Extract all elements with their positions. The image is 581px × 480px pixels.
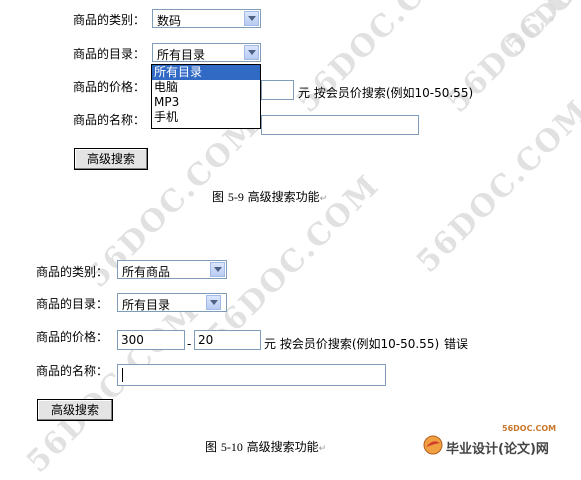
catalog-option[interactable]: 所有目录 (152, 65, 260, 80)
catalog-dropdown-list: 所有目录 电脑 MP3 手机 (151, 64, 261, 129)
advanced-search-button[interactable]: 高级搜索 (74, 148, 148, 170)
category-label: 商品的类别： (36, 265, 109, 279)
price-hint: 元 按会员价搜索(例如10-50.55) (264, 337, 440, 351)
text-cursor (122, 368, 123, 382)
advanced-search-button[interactable]: 高级搜索 (37, 399, 113, 421)
name-input[interactable] (261, 115, 419, 135)
catalog-option[interactable]: MP3 (152, 95, 260, 110)
figure-caption: 图 5-10 高级搜索功能↵ (205, 438, 326, 455)
name-label: 商品的名称： (73, 113, 146, 127)
caption-text: 高级搜索功能 (242, 440, 319, 454)
catalog-option[interactable]: 电脑 (152, 80, 260, 95)
price-max-input[interactable] (261, 80, 294, 100)
figure-caption: 图 5-9 高级搜索功能↵ (212, 188, 327, 205)
watermark: 56DOC.COM (500, 0, 581, 61)
caption-number: 5-9 (227, 190, 244, 204)
chevron-down-icon[interactable] (244, 11, 259, 26)
catalog-label: 商品的目录： (73, 47, 146, 61)
paragraph-mark-icon: ↵ (318, 444, 327, 454)
price-min-value: 300 (121, 333, 144, 347)
catalog-option[interactable]: 手机 (152, 110, 260, 125)
chevron-down-icon[interactable] (244, 45, 259, 60)
site-logo: 56DOC.COM 毕业设计(论文)网 (420, 424, 580, 460)
catalog-select-value: 所有目录 (157, 48, 206, 62)
catalog-select[interactable]: 所有目录 (117, 293, 227, 312)
category-select-value: 所有商品 (122, 265, 171, 279)
paragraph-mark-icon: ↵ (319, 194, 328, 204)
price-max-input[interactable]: 20 (194, 330, 261, 350)
caption-text: 高级搜索功能 (243, 190, 320, 204)
price-error-text: 错误 (444, 337, 469, 351)
category-select-value: 数码 (157, 14, 182, 28)
category-select[interactable]: 数码 (152, 9, 261, 28)
caption-number: 5-10 (220, 440, 243, 454)
price-min-input[interactable]: 300 (117, 330, 185, 350)
name-input[interactable] (117, 364, 386, 386)
catalog-select-value: 所有目录 (122, 298, 171, 312)
watermark: 56DOC.COM (20, 293, 207, 480)
watermark: 56DOC.COM (410, 93, 581, 280)
logo-text: 毕业设计(论文)网 (446, 442, 549, 457)
price-label: 商品的价格： (73, 80, 146, 94)
chevron-down-icon[interactable] (206, 295, 221, 310)
logo-emblem-icon (423, 435, 443, 455)
category-label: 商品的类别： (73, 13, 146, 27)
chevron-down-icon[interactable] (210, 262, 225, 277)
catalog-label: 商品的目录： (36, 297, 109, 311)
name-label: 商品的名称： (36, 364, 109, 378)
price-max-value: 20 (198, 333, 214, 347)
caption-prefix: 图 (205, 440, 221, 454)
price-separator: - (187, 337, 192, 351)
logo-domain: 56DOC.COM (502, 424, 557, 433)
caption-prefix: 图 (212, 190, 228, 204)
price-label: 商品的价格： (36, 330, 109, 344)
category-select[interactable]: 所有商品 (117, 260, 227, 279)
price-hint: 元 按会员价搜索(例如10-50.55) (298, 86, 474, 100)
catalog-select[interactable]: 所有目录 (152, 43, 261, 62)
